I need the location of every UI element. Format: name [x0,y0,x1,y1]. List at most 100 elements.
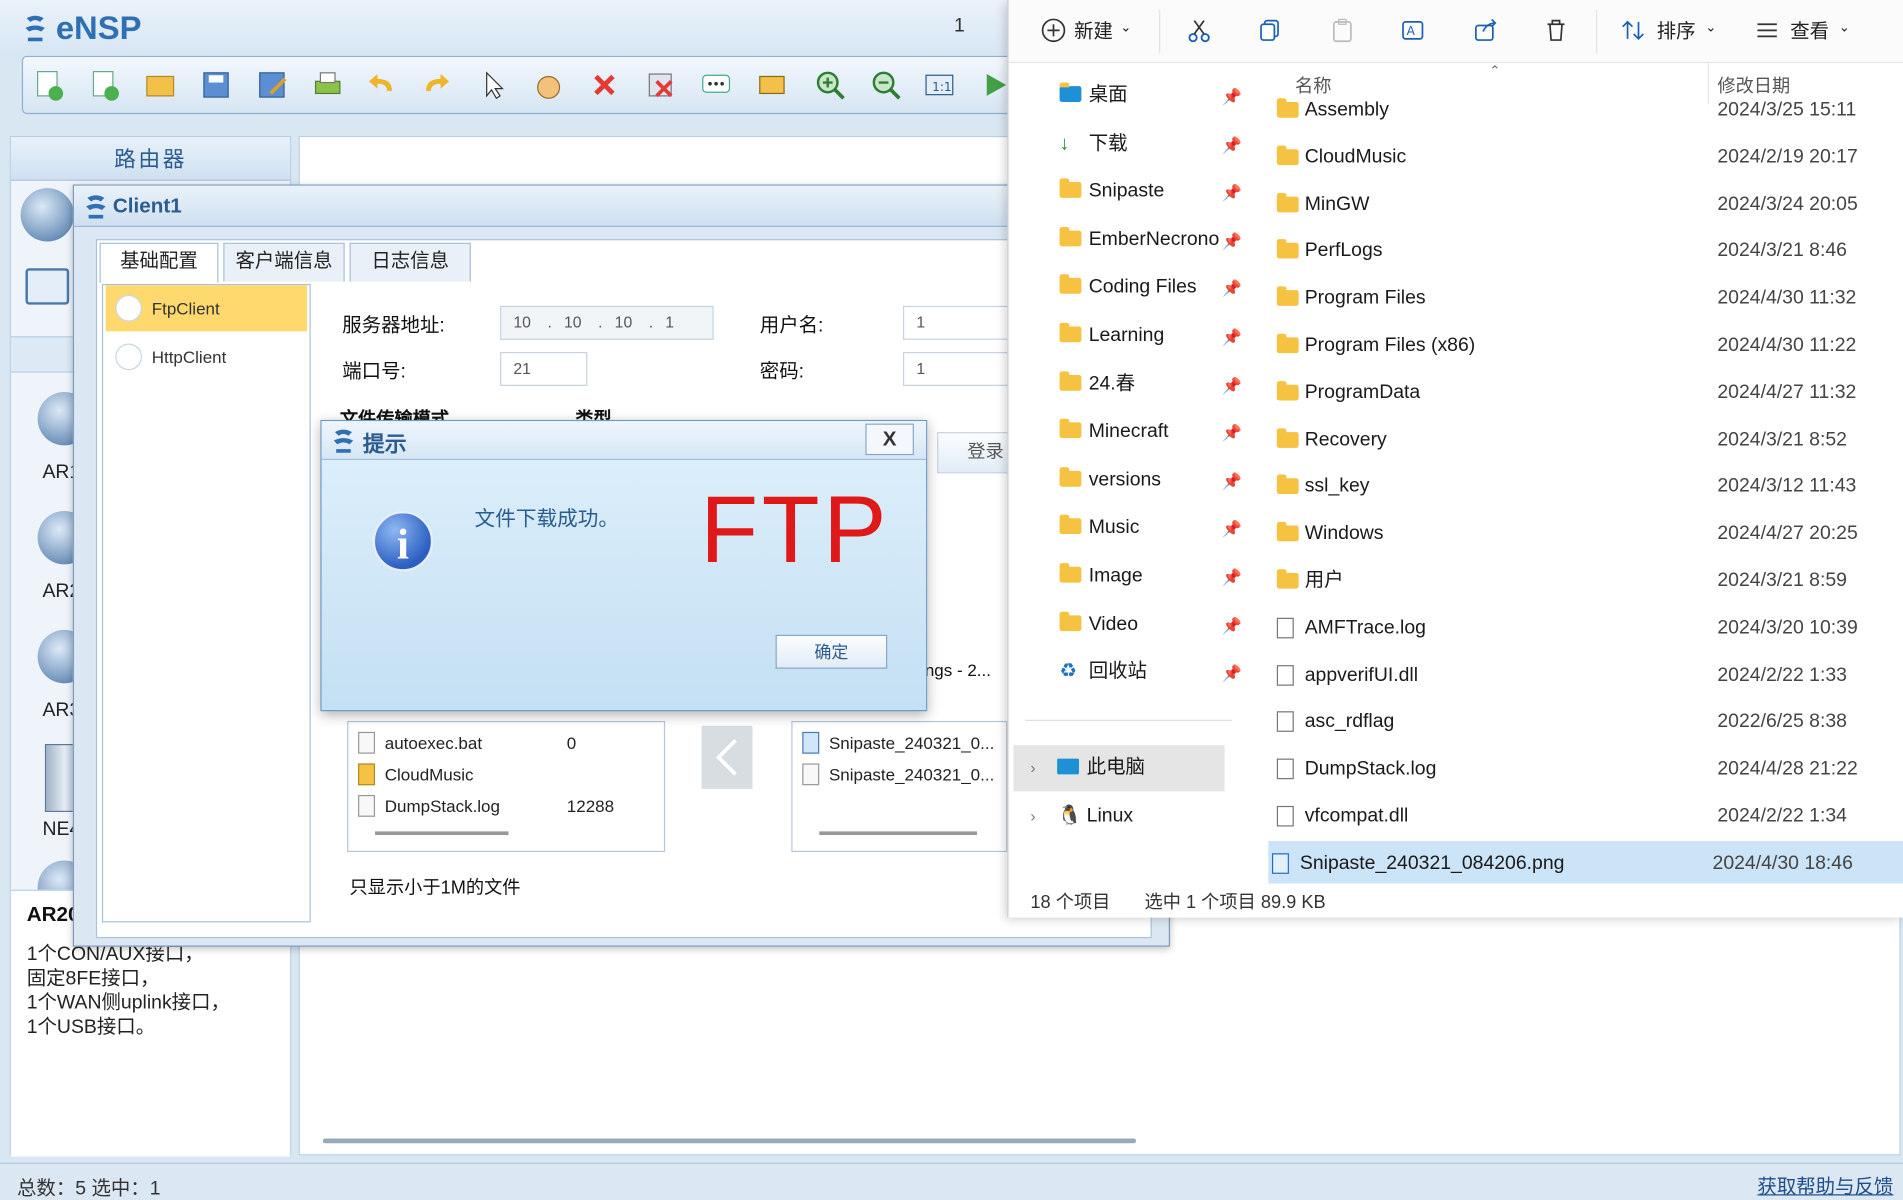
nav-item[interactable]: ♻ 回收站 [1060,650,1147,696]
pin-icon[interactable]: 📌 [1222,424,1242,443]
pin-icon[interactable]: 📌 [1222,232,1242,251]
file-row[interactable]: Windows 2024/4/27 20:25 [1273,511,1903,557]
download-arrow-icon: ↓ [1059,133,1070,154]
pin-icon[interactable]: 📌 [1222,376,1242,395]
nav-tree-linux[interactable]: › 🐧 Linux [1030,794,1133,840]
nav-item[interactable]: Minecraft [1059,409,1169,455]
file-row[interactable]: PerfLogs 2024/3/21 8:46 [1273,229,1903,275]
delete-trash-icon[interactable] [1543,17,1570,44]
nav-item[interactable]: Learning [1059,313,1164,359]
delete-icon[interactable] [586,67,622,103]
pin-icon[interactable]: 📌 [1222,328,1242,347]
file-row[interactable]: appverifUI.dll 2024/2/22 1:33 [1273,652,1903,698]
copy-icon[interactable] [1256,17,1283,44]
zoom-out-icon[interactable] [868,67,904,103]
client1-titlebar[interactable]: Client1 [74,185,1169,227]
local-file-row[interactable]: CloudMusic [358,759,474,791]
horizontal-scrollbar[interactable] [322,1138,1137,1144]
pin-icon[interactable]: 📌 [1222,520,1242,539]
delete-link-icon[interactable] [642,67,678,103]
file-row[interactable]: AMFTrace.log 2024/3/20 10:39 [1273,605,1903,651]
paste-icon[interactable] [1329,17,1356,44]
router-category-icon[interactable] [20,188,75,242]
transfer-left-arrow-icon[interactable] [701,725,753,789]
print-icon[interactable] [309,67,345,103]
local-file-row[interactable]: autoexec.bat 0 [358,727,576,759]
open-icon[interactable] [142,67,178,103]
pin-icon[interactable]: 📌 [1222,135,1242,154]
status-bar: 总数：5 选中：1 获取帮助与反馈 [0,1162,1903,1200]
server-address-input[interactable]: 10 . 10 . 10 .1 [500,305,714,340]
new-example-icon[interactable] [86,67,122,103]
tab-log-info[interactable]: 日志信息 [349,242,471,282]
tab-basic-config[interactable]: 基础配置 [99,242,219,283]
file-date: 2024/4/30 18:46 [1712,852,1853,874]
file-row[interactable]: DumpStack.log 2024/4/28 21:22 [1273,747,1903,793]
nav-item[interactable]: Music [1059,505,1139,551]
side-item-ftpclient[interactable]: FtpClient [105,285,308,332]
pin-icon[interactable]: 📌 [1222,616,1242,635]
file-row[interactable]: asc_rdflag 2022/6/25 8:38 [1273,700,1903,746]
nav-item[interactable]: Coding Files [1059,265,1197,311]
file-row[interactable]: Recovery 2024/3/21 8:52 [1273,417,1903,463]
pin-icon[interactable]: 📌 [1222,664,1242,683]
toolbar-divider [1159,9,1161,54]
nav-item[interactable]: Video [1059,602,1138,648]
ok-button[interactable]: 确定 [775,634,888,669]
help-feedback-link[interactable]: 获取帮助与反馈 [1757,1170,1893,1199]
save-as-icon[interactable] [254,67,290,103]
side-item-httpclient[interactable]: HttpClient [106,334,307,380]
nav-item[interactable]: ↓ 下载 [1060,121,1128,167]
remote-hscroll[interactable] [819,831,978,836]
text-annotation-icon[interactable] [698,67,734,103]
file-row[interactable]: CloudMusic 2024/2/19 20:17 [1273,134,1903,180]
file-row[interactable]: vfcompat.dll 2024/2/22 1:34 [1273,794,1903,840]
pin-icon[interactable]: 📌 [1222,87,1242,106]
file-row[interactable]: MinGW 2024/3/24 20:05 [1273,182,1903,228]
sort-button[interactable]: 排序 [1657,15,1696,44]
share-icon[interactable] [1472,17,1499,44]
pin-icon[interactable]: 📌 [1222,280,1242,299]
save-icon[interactable] [198,67,234,103]
file-row[interactable]: ProgramData 2024/4/27 11:32 [1273,370,1903,416]
cut-icon[interactable] [1186,17,1213,44]
file-row[interactable]: ssl_key 2024/3/12 11:43 [1273,464,1903,510]
nav-tree-this-pc[interactable]: › 此电脑 [1013,745,1225,792]
nav-item[interactable]: EmberNecrono [1059,217,1219,263]
file-row[interactable]: Program Files (x86) 2024/4/30 11:22 [1273,323,1903,369]
fit-view-icon[interactable]: 1:1 [921,67,957,103]
redo-icon[interactable] [419,67,455,103]
pc-category-icon[interactable] [25,268,70,305]
pin-icon[interactable]: 📌 [1222,472,1242,491]
nav-item[interactable]: 桌面 [1059,73,1128,119]
pin-icon[interactable]: 📌 [1222,568,1242,587]
remote-file-row[interactable]: Snipaste_240321_0... [802,727,994,759]
tab-client-info[interactable]: 客户端信息 [223,242,345,282]
nav-item[interactable]: 24.春 [1059,361,1135,407]
port-input[interactable]: 21 [500,351,588,386]
undo-icon[interactable] [363,67,399,103]
dialog-close-button[interactable]: X [865,423,914,456]
remote-file-row[interactable]: Snipaste_240321_0... [802,759,994,791]
rectangle-annotation-icon[interactable] [754,67,790,103]
file-row[interactable]: 用户 2024/3/21 8:59 [1273,558,1903,604]
new-topology-icon[interactable] [30,67,66,103]
zoom-in-icon[interactable] [812,67,848,103]
nav-item[interactable]: Image [1059,553,1143,599]
pin-icon[interactable]: 📌 [1222,183,1242,202]
nav-item[interactable]: Snipaste [1059,169,1164,215]
select-pointer-icon[interactable] [475,67,511,103]
file-row[interactable]: Program Files 2024/4/30 11:32 [1273,276,1903,322]
app-title: eNSP [55,9,142,47]
ensp-logo-icon [25,15,45,42]
local-file-row[interactable]: DumpStack.log 12288 [358,790,614,822]
file-row[interactable]: Assembly 2024/3/25 15:11 [1273,87,1903,133]
dialog-titlebar[interactable]: 提示 X [321,421,927,460]
file-row[interactable]: Snipaste_240321_084206.png 2024/4/30 18:4… [1268,840,1903,887]
local-hscroll[interactable] [375,831,509,836]
hand-pan-icon[interactable] [530,67,566,103]
view-button[interactable]: 查看 [1790,15,1829,44]
rename-icon[interactable]: A [1399,17,1426,44]
nav-item[interactable]: versions [1059,457,1161,503]
new-button[interactable]: 新建 [1074,15,1113,44]
